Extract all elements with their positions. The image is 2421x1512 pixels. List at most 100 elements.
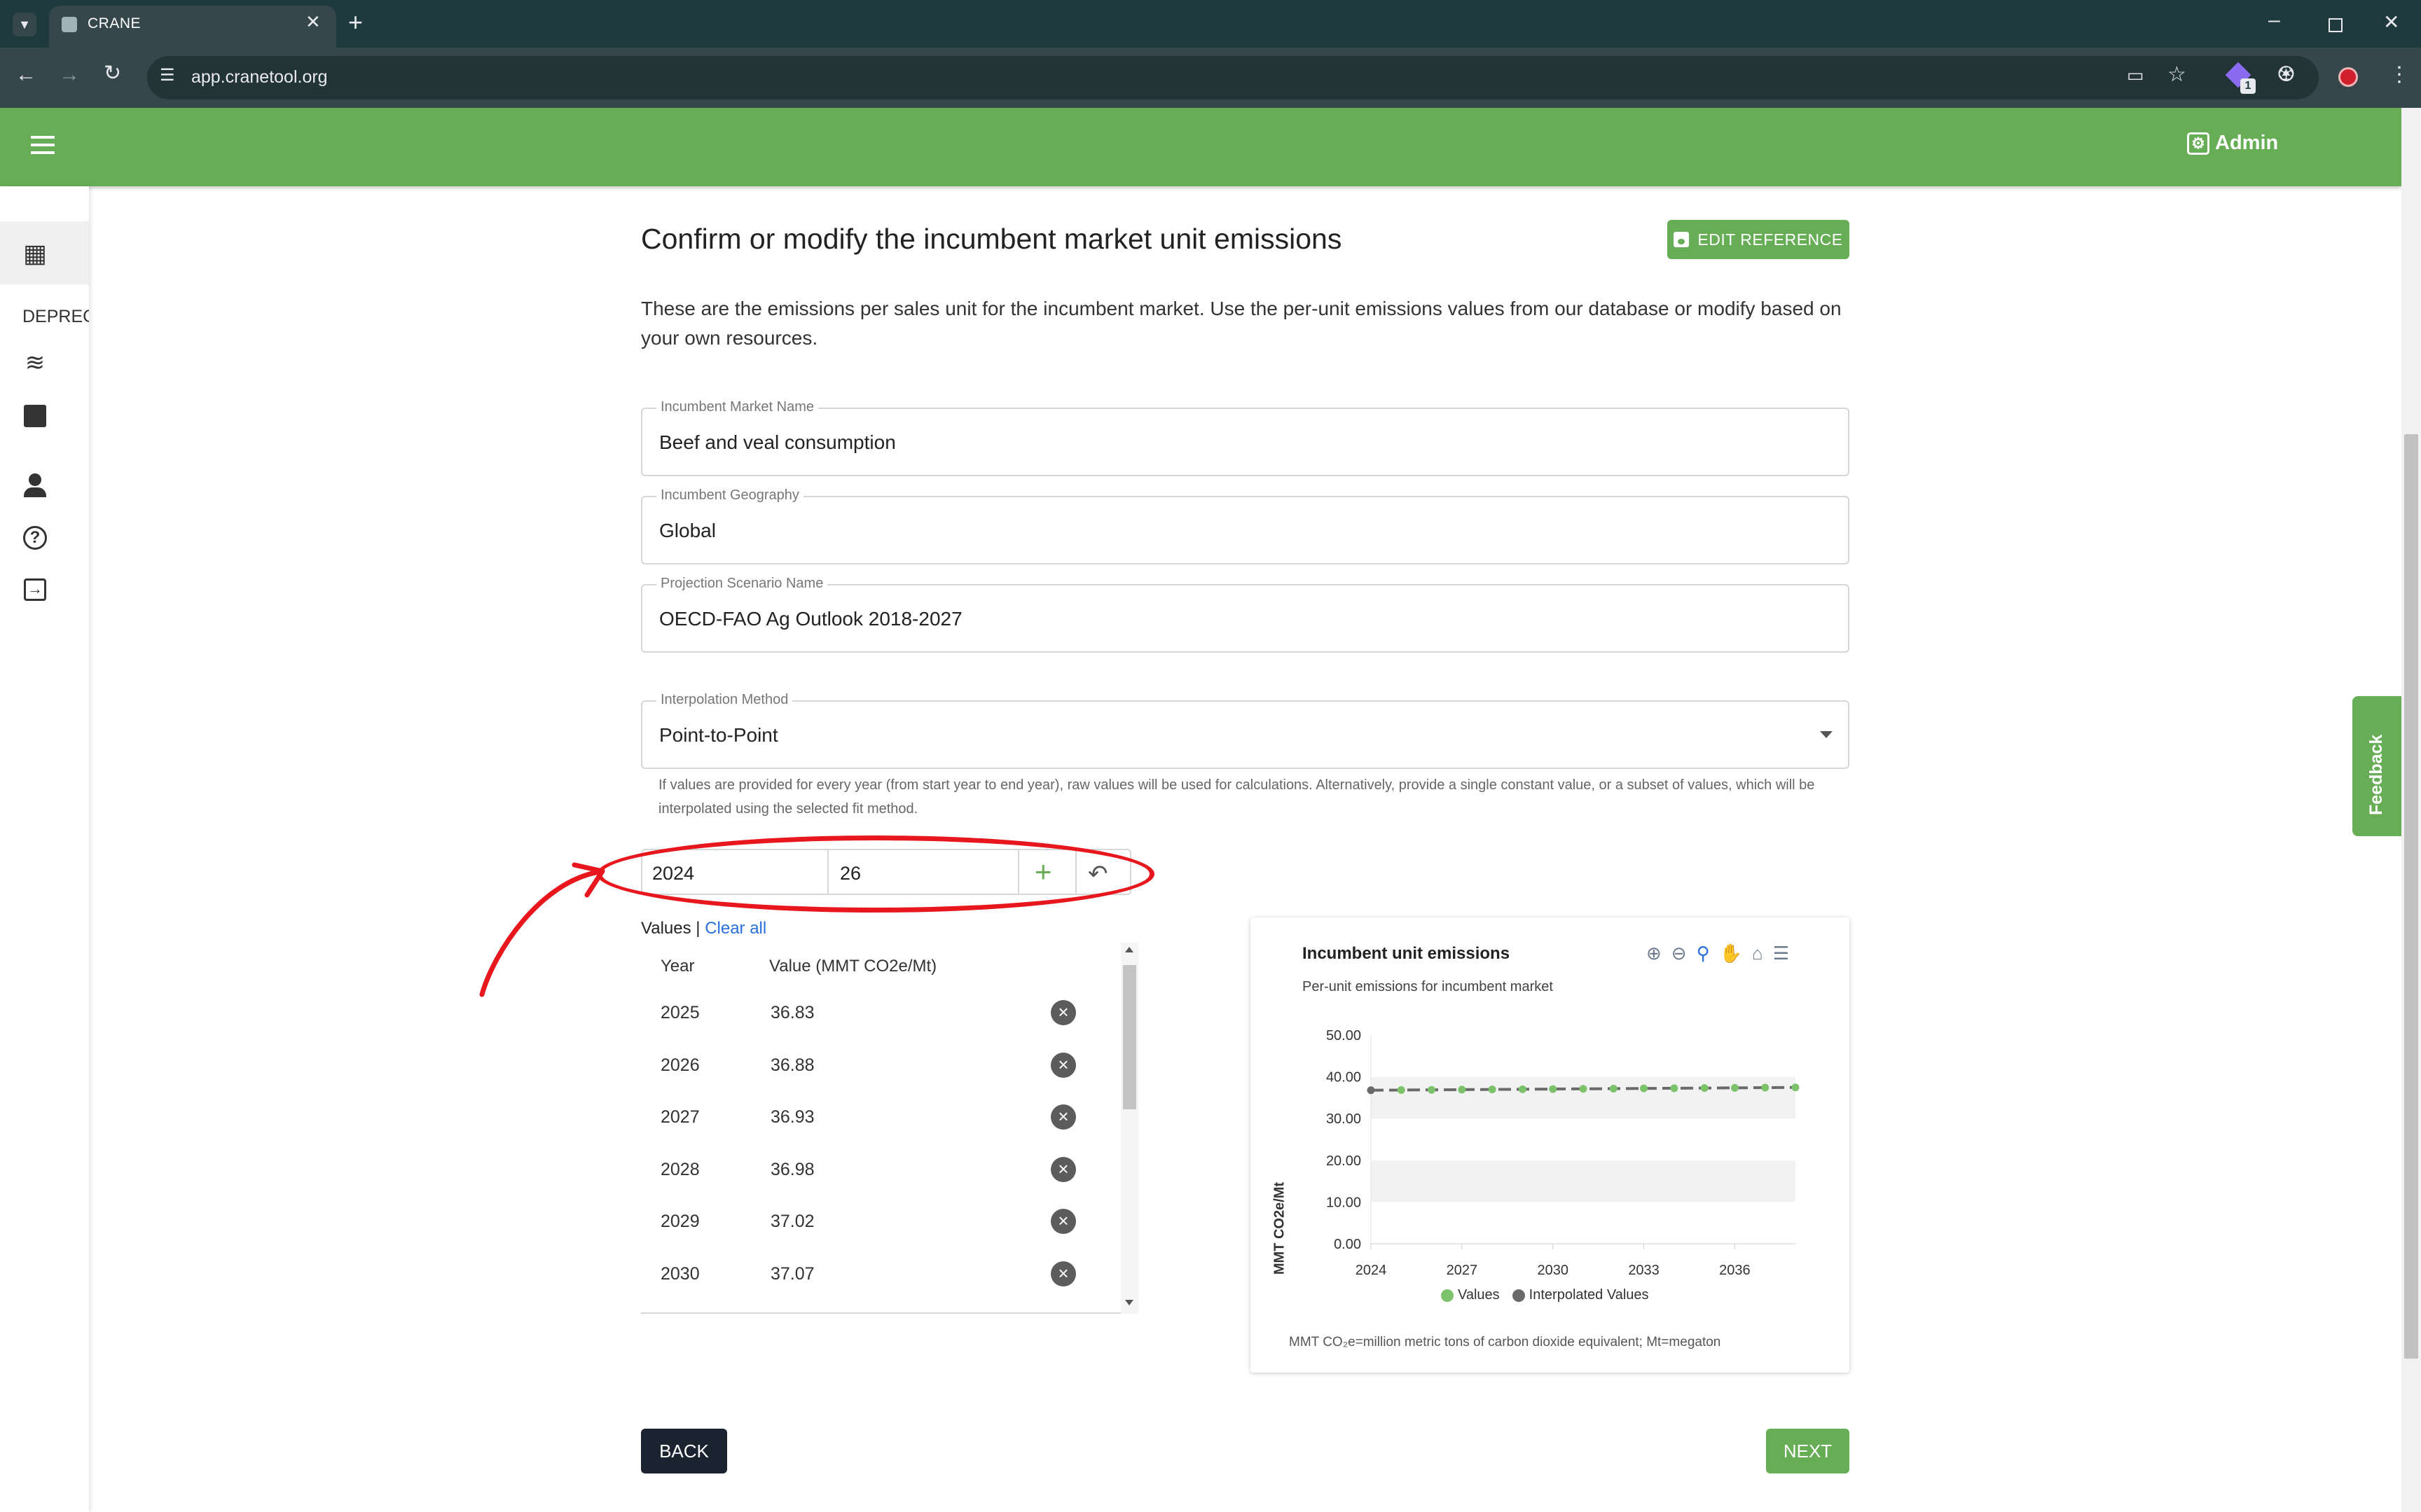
geography-field[interactable]: Incumbent Geography Global: [641, 487, 1849, 564]
profile-avatar[interactable]: [2338, 67, 2358, 87]
back-button[interactable]: BACK: [641, 1429, 727, 1473]
window-close-icon[interactable]: ✕: [2383, 13, 2399, 32]
row-value: 36.88: [771, 1055, 815, 1075]
next-button-label: NEXT: [1783, 1440, 1833, 1462]
edit-reference-button[interactable]: EDIT REFERENCE: [1667, 220, 1849, 259]
cast-icon[interactable]: ▭: [2127, 66, 2144, 84]
page-scrollbar-thumb[interactable]: [2404, 434, 2418, 1359]
tab-favicon: [62, 17, 77, 32]
legend-swatch-values: [1441, 1289, 1454, 1302]
row-year: 2029: [661, 1212, 700, 1231]
help-icon[interactable]: ?: [20, 522, 50, 553]
row-value: 36.98: [771, 1160, 815, 1179]
grid-band: [1371, 1118, 1795, 1160]
minimize-icon[interactable]: –: [2268, 10, 2280, 31]
column-header-value: Value (MMT CO2e/Mt): [769, 957, 937, 976]
scenario-value[interactable]: OECD-FAO Ag Outlook 2018-2027: [659, 608, 963, 630]
restore-icon[interactable]: [2329, 18, 2343, 32]
values-point: [1609, 1084, 1618, 1093]
row-year: 2030: [661, 1264, 700, 1284]
table-scrollbar-thumb[interactable]: [1123, 965, 1136, 1109]
market-name-field[interactable]: Incumbent Market Name Beef and veal cons…: [641, 399, 1849, 476]
remove-row-icon[interactable]: ×: [1051, 1261, 1076, 1286]
chrome-menu-icon[interactable]: ⋮: [2389, 64, 2410, 85]
extensions-puzzle-icon[interactable]: ♼: [2277, 64, 2296, 85]
edit-reference-label: EDIT REFERENCE: [1697, 230, 1843, 249]
y-tick-label: 10.00: [1326, 1195, 1361, 1210]
page-title: Confirm or modify the incumbent market u…: [641, 223, 1342, 255]
remove-row-icon[interactable]: ×: [1051, 1000, 1076, 1025]
person-icon[interactable]: [20, 471, 50, 501]
values-header: Values | Clear all: [641, 919, 766, 938]
table-row: 2030 37.07 ×: [641, 1249, 1124, 1301]
row-year: 2028: [661, 1160, 700, 1179]
remove-row-icon[interactable]: ×: [1051, 1209, 1076, 1234]
x-tick-label: 2030: [1537, 1263, 1568, 1278]
logout-icon[interactable]: →: [20, 574, 50, 605]
interpolation-select[interactable]: Interpolation Method Point-to-Point: [641, 692, 1849, 769]
x-tick-label: 2033: [1628, 1263, 1660, 1278]
legend-item-values[interactable]: Values: [1441, 1287, 1500, 1303]
values-table: Year Value (MMT CO2e/Mt) 2025 36.83 × 20…: [641, 943, 1138, 1314]
site-info-icon[interactable]: ☰: [160, 67, 175, 84]
tab-title: CRANE: [88, 15, 142, 32]
chart-plot: 0.00 10.00 20.00 30.00 40.00 50.00 2024 2027 20…: [1326, 1028, 1800, 1278]
scenario-field[interactable]: Projection Scenario Name OECD-FAO Ag Out…: [641, 576, 1849, 653]
geography-value[interactable]: Global: [659, 520, 716, 542]
legend-swatch-interpolated: [1512, 1289, 1525, 1302]
column-header-year: Year: [661, 957, 695, 976]
values-separator: |: [696, 919, 701, 938]
back-button-label: BACK: [659, 1440, 709, 1462]
feedback-tab[interactable]: Feedback: [2352, 696, 2401, 836]
bookmark-star-icon[interactable]: ☆: [2167, 64, 2186, 85]
geography-label: Incumbent Geography: [656, 487, 803, 504]
chart-footnote: MMT CO₂e=million metric tons of carbon d…: [1289, 1335, 1721, 1350]
values-point: [1549, 1085, 1557, 1093]
forward-nav-icon[interactable]: →: [59, 64, 80, 85]
tab-close-icon[interactable]: ✕: [305, 13, 321, 31]
trend-line-icon[interactable]: ≋: [20, 347, 50, 378]
dropdown-caret-icon[interactable]: [1820, 731, 1833, 738]
reload-icon[interactable]: ↻: [104, 63, 121, 84]
bar-chart-icon[interactable]: [20, 401, 50, 431]
back-nav-icon[interactable]: ←: [15, 64, 36, 85]
url-text[interactable]: app.cranetool.org: [191, 67, 328, 88]
values-point: [1458, 1086, 1466, 1094]
values-point: [1579, 1085, 1587, 1093]
table-scroll-up-icon[interactable]: [1125, 947, 1133, 952]
grid-band: [1371, 1076, 1795, 1119]
y-tick-label: 30.00: [1326, 1111, 1361, 1127]
address-bar[interactable]: [147, 56, 2319, 99]
feedback-label: Feedback: [2366, 734, 2386, 815]
new-tab-icon[interactable]: +: [348, 10, 363, 35]
remove-row-icon[interactable]: ×: [1051, 1104, 1076, 1130]
tab-search-icon[interactable]: ▼: [13, 13, 36, 36]
annotation-arrow: [479, 862, 605, 997]
next-button[interactable]: NEXT: [1766, 1429, 1849, 1473]
table-icon[interactable]: ▦: [20, 238, 50, 269]
y-tick-label: 0.00: [1334, 1237, 1361, 1252]
row-value: 37.07: [771, 1264, 815, 1284]
hamburger-menu-icon[interactable]: [31, 136, 55, 154]
scenario-label: Projection Scenario Name: [656, 576, 828, 592]
y-tick-label: 20.00: [1326, 1153, 1361, 1169]
legend-label-values: Values: [1458, 1287, 1500, 1303]
clear-all-link[interactable]: Clear all: [705, 919, 766, 938]
y-tick-label: 50.00: [1326, 1028, 1361, 1043]
admin-gear-icon: ⚙: [2187, 132, 2209, 155]
y-tick-label: 40.00: [1326, 1070, 1361, 1086]
market-name-value[interactable]: Beef and veal consumption: [659, 431, 896, 454]
values-point: [1791, 1083, 1800, 1092]
row-year: 2027: [661, 1107, 700, 1127]
grid-band: [1371, 1035, 1795, 1077]
interpolated-point: [1367, 1086, 1375, 1095]
values-point: [1488, 1086, 1496, 1094]
remove-row-icon[interactable]: ×: [1051, 1157, 1076, 1182]
admin-link[interactable]: ⚙ Admin: [2187, 132, 2278, 155]
table-scroll-down-icon[interactable]: [1125, 1300, 1133, 1305]
values-point: [1670, 1084, 1678, 1093]
interpolation-value[interactable]: Point-to-Point: [659, 724, 778, 747]
legend-item-interpolated[interactable]: Interpolated Values: [1512, 1287, 1649, 1303]
remove-row-icon[interactable]: ×: [1051, 1053, 1076, 1078]
app-bar: [0, 108, 2401, 186]
